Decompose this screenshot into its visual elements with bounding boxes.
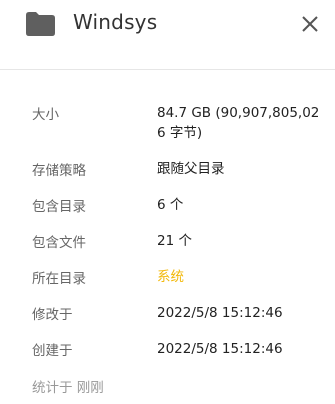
storage-policy-value: 跟随父目录 [157, 161, 225, 177]
file-count-label: 包含文件 [32, 235, 86, 251]
size-value: 84.7 GB (90,907,805,02 6 字节) [157, 105, 320, 141]
file-count-value: 21 个 [157, 233, 192, 249]
dir-count-value: 6 个 [157, 197, 184, 213]
parent-dir-link[interactable]: 系统 [157, 267, 317, 287]
size-label: 大小 [32, 107, 59, 123]
stats-footer: 统计于 刚刚 [32, 380, 104, 396]
storage-policy-label: 存储策略 [32, 163, 86, 179]
created-label: 创建于 [32, 343, 73, 359]
panel-header: Windsys [0, 0, 335, 70]
parent-dir-label: 所在目录 [32, 271, 86, 287]
modified-label: 修改于 [32, 307, 73, 323]
close-icon[interactable] [297, 11, 323, 37]
modified-value: 2022/5/8 15:12:46 [157, 305, 283, 321]
dir-count-label: 包含目录 [32, 199, 86, 215]
created-value: 2022/5/8 15:12:46 [157, 341, 283, 357]
folder-icon [26, 12, 55, 36]
folder-title: Windsys [73, 10, 158, 34]
